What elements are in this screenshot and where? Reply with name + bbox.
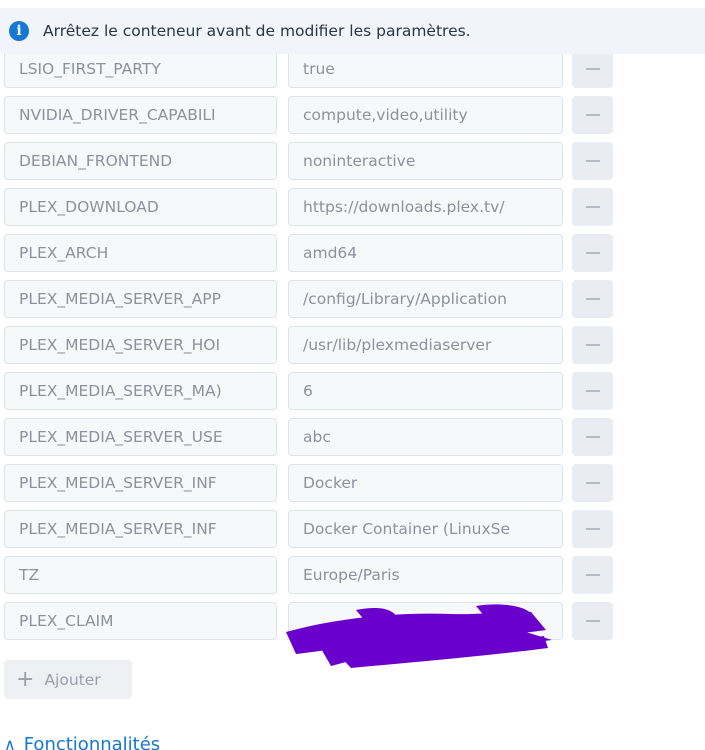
env-variable-list: LSIO_FIRST_PARTY true NVIDIA_DRIVER_CAPABI…: [0, 0, 705, 700]
env-row: LSIO_FIRST_PARTY true: [0, 50, 705, 90]
env-row: PLEX_MEDIA_SERVER_INF Docker Container (L…: [0, 510, 705, 550]
notice-text: Arrêtez le conteneur avant de modifier l…: [43, 22, 471, 40]
env-name-input[interactable]: DEBIAN_FRONTEND: [4, 142, 277, 180]
remove-row-button[interactable]: [572, 602, 613, 640]
env-name-input[interactable]: NVIDIA_DRIVER_CAPABILI: [4, 96, 277, 134]
env-value-input[interactable]: amd64: [288, 234, 563, 272]
remove-row-button[interactable]: [572, 464, 613, 502]
env-value-input[interactable]: compute,video,utility: [288, 96, 563, 134]
features-section-toggle[interactable]: ∧ Fonctionnalités: [4, 734, 160, 750]
env-name-input[interactable]: PLEX_MEDIA_SERVER_MA): [4, 372, 277, 410]
env-row: NVIDIA_DRIVER_CAPABILI compute,video,util…: [0, 96, 705, 136]
minus-icon: [585, 482, 600, 484]
minus-icon: [585, 436, 600, 438]
minus-icon: [585, 344, 600, 346]
minus-icon: [585, 160, 600, 162]
minus-icon: [585, 528, 600, 530]
environment-settings-panel: LSIO_FIRST_PARTY true NVIDIA_DRIVER_CAPABI…: [0, 0, 705, 750]
redaction-scribble: [286, 604, 552, 668]
env-row: PLEX_MEDIA_SERVER_INF Docker: [0, 464, 705, 504]
env-name-input[interactable]: PLEX_ARCH: [4, 234, 277, 272]
remove-row-button[interactable]: [572, 280, 613, 318]
minus-icon: [585, 114, 600, 116]
env-value-input[interactable]: Docker: [288, 464, 563, 502]
env-name-input[interactable]: PLEX_CLAIM: [4, 602, 277, 640]
env-row: PLEX_DOWNLOAD https://downloads.plex.tv/: [0, 188, 705, 228]
remove-row-button[interactable]: [572, 326, 613, 364]
env-name-input[interactable]: LSIO_FIRST_PARTY: [4, 50, 277, 88]
remove-row-button[interactable]: [572, 418, 613, 456]
env-name-input[interactable]: PLEX_MEDIA_SERVER_USE: [4, 418, 277, 456]
env-row: PLEX_MEDIA_SERVER_HOI/usr/lib/plexmedias…: [0, 326, 705, 366]
minus-icon: [585, 620, 600, 622]
remove-row-button[interactable]: [572, 50, 613, 88]
remove-row-button[interactable]: [572, 96, 613, 134]
minus-icon: [585, 574, 600, 576]
minus-icon: [585, 252, 600, 254]
env-name-input[interactable]: TZ: [4, 556, 277, 594]
remove-row-button[interactable]: [572, 234, 613, 272]
env-value-input[interactable]: Docker Container (LinuxSe: [288, 510, 563, 548]
env-value-input[interactable]: /config/Library/Application: [288, 280, 563, 318]
env-row: DEBIAN_FRONTEND noninteractive: [0, 142, 705, 182]
env-value-input[interactable]: /usr/lib/plexmediaserver: [288, 326, 563, 364]
env-value-input[interactable]: abc: [288, 418, 563, 456]
minus-icon: [585, 390, 600, 392]
env-row: PLEX_MEDIA_SERVER_MA) 6: [0, 372, 705, 412]
env-row: TZ Europe/Paris: [0, 556, 705, 596]
features-section-label: Fonctionnalités: [23, 734, 161, 750]
env-value-input[interactable]: noninteractive: [288, 142, 563, 180]
minus-icon: [585, 298, 600, 300]
env-name-input[interactable]: PLEX_DOWNLOAD: [4, 188, 277, 226]
info-icon: i: [9, 21, 29, 41]
env-row: PLEX_MEDIA_SERVER_USE abc: [0, 418, 705, 458]
notice-banner: i Arrêtez le conteneur avant de modifier…: [0, 8, 705, 54]
env-row: PLEX_ARCH amd64: [0, 234, 705, 274]
remove-row-button[interactable]: [572, 188, 613, 226]
env-value-input[interactable]: https://downloads.plex.tv/: [288, 188, 563, 226]
env-row: PLEX_MEDIA_SERVER_APP/config/Library/App…: [0, 280, 705, 320]
env-value-input[interactable]: 6: [288, 372, 563, 410]
env-name-input[interactable]: PLEX_MEDIA_SERVER_INF: [4, 464, 277, 502]
env-name-input[interactable]: PLEX_MEDIA_SERVER_HOI: [4, 326, 277, 364]
minus-icon: [585, 68, 600, 70]
chevron-up-icon: ∧: [4, 735, 16, 750]
env-name-input[interactable]: PLEX_MEDIA_SERVER_APP: [4, 280, 277, 318]
remove-row-button[interactable]: [572, 142, 613, 180]
env-value-input[interactable]: true: [288, 50, 563, 88]
remove-row-button[interactable]: [572, 372, 613, 410]
minus-icon: [585, 206, 600, 208]
env-value-input[interactable]: Europe/Paris: [288, 556, 563, 594]
remove-row-button[interactable]: [572, 510, 613, 548]
remove-row-button[interactable]: [572, 556, 613, 594]
env-name-input[interactable]: PLEX_MEDIA_SERVER_INF: [4, 510, 277, 548]
